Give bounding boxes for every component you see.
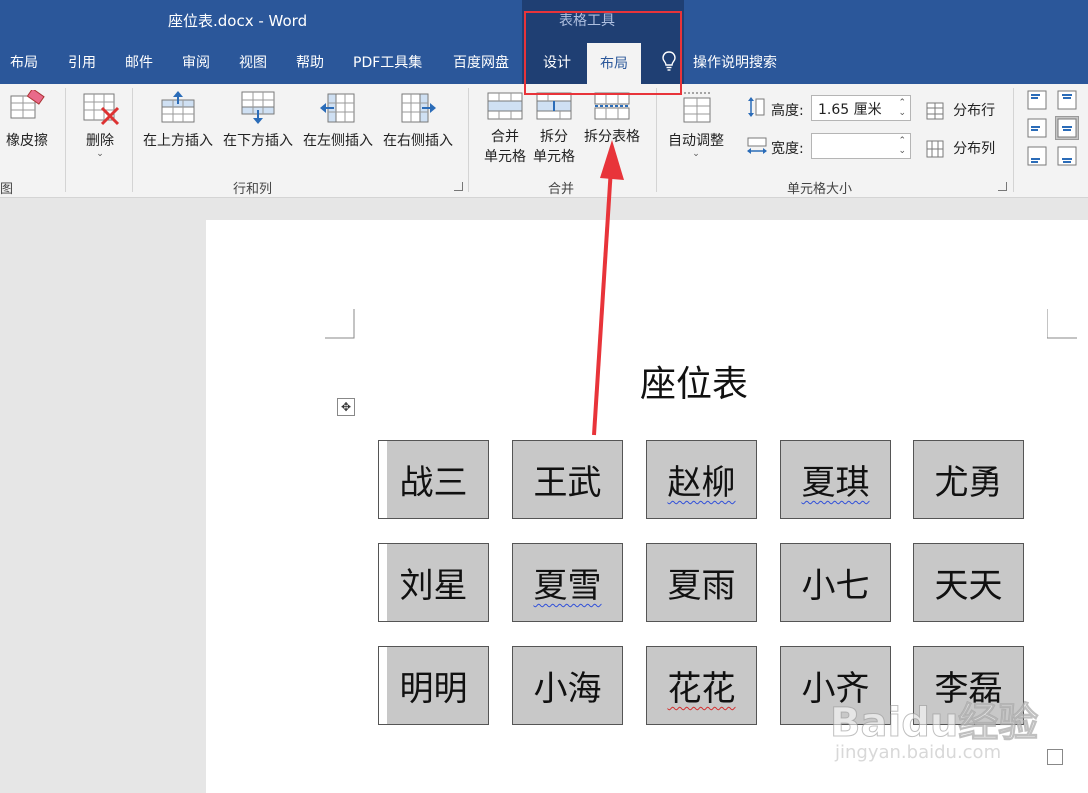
- annotation-arrow-icon: [592, 140, 624, 436]
